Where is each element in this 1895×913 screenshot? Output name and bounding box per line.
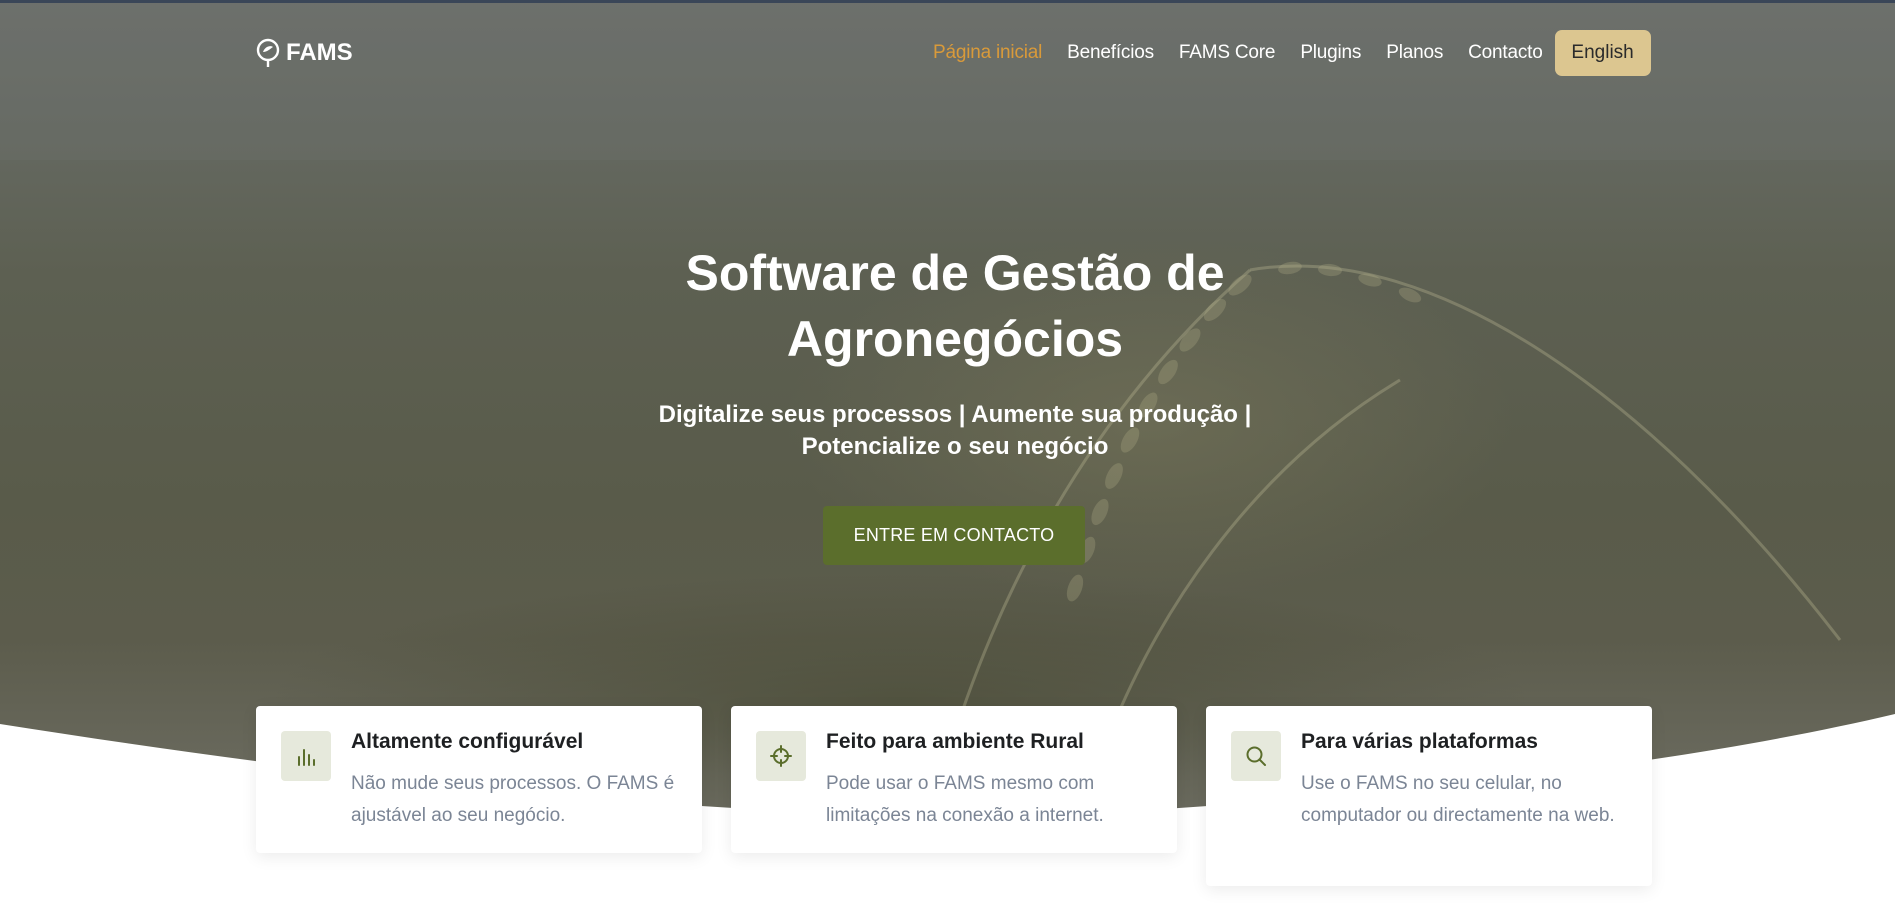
leaf-pin-icon xyxy=(256,38,280,67)
contact-cta-button[interactable]: ENTRE EM CONTACTO xyxy=(823,506,1085,565)
nav-item-fams-core[interactable]: FAMS Core xyxy=(1179,42,1276,64)
bar-chart-icon xyxy=(298,749,315,766)
nav-item-home[interactable]: Página inicial xyxy=(933,42,1042,64)
hero-title-line-2: Agronegócios xyxy=(786,311,1124,367)
feature-description: Não mude seus processos. O FAMS é ajustá… xyxy=(351,773,675,826)
nav-item-plans[interactable]: Planos xyxy=(1386,42,1443,64)
hero-subtitle-line-1: Digitalize seus processos | Aumente sua … xyxy=(658,401,1252,428)
hero-title: Software de Gestão de Agronegócios xyxy=(560,240,1350,372)
hero-title-line-1: Software de Gestão de xyxy=(685,245,1225,301)
feature-card-rural: Feito para ambiente Rural Pode usar o FA… xyxy=(731,706,1177,853)
language-button[interactable]: English xyxy=(1554,30,1651,76)
feature-description: Use o FAMS no seu celular, no computador… xyxy=(1301,773,1615,826)
brand-logo[interactable]: FAMS xyxy=(256,38,353,68)
nav-item-plugins[interactable]: Plugins xyxy=(1300,42,1361,64)
hero-subtitle: Digitalize seus processos | Aumente sua … xyxy=(590,399,1320,463)
nav-item-benefits[interactable]: Benefícios xyxy=(1067,42,1154,64)
feature-title: Para várias plataformas xyxy=(1301,730,1538,753)
main-navigation: Página inicial Benefícios FAMS Core Plug… xyxy=(933,30,1651,76)
search-icon xyxy=(1246,746,1266,766)
feature-icon-box xyxy=(281,731,331,781)
feature-card-configurable: Altamente configurável Não mude seus pro… xyxy=(256,706,702,853)
feature-card-platforms: Para várias plataformas Use o FAMS no se… xyxy=(1206,706,1652,886)
nav-item-contact[interactable]: Contacto xyxy=(1468,42,1543,64)
feature-icon-box xyxy=(1231,731,1281,781)
hero-subtitle-line-2: Potencialize o seu negócio xyxy=(801,433,1109,460)
top-border xyxy=(0,0,1895,3)
feature-icon-box xyxy=(756,731,806,781)
feature-title: Feito para ambiente Rural xyxy=(826,730,1084,753)
crosshair-icon xyxy=(770,745,792,767)
brand-name: FAMS xyxy=(286,39,353,66)
feature-title: Altamente configurável xyxy=(351,730,584,753)
feature-description: Pode usar o FAMS mesmo com limitações na… xyxy=(826,773,1104,826)
